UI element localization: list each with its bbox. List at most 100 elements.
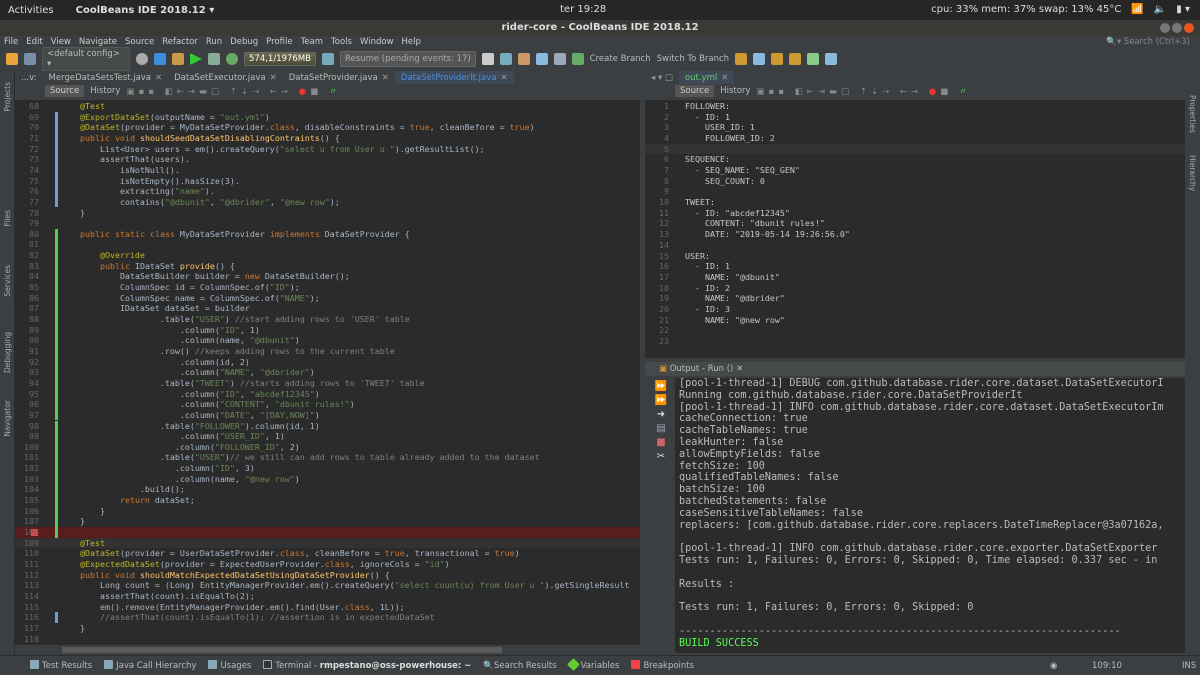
line-number[interactable]: 104 <box>15 484 39 495</box>
code-line[interactable]: 114 assertThat(count).isEqualTo(2); <box>15 591 640 602</box>
code-line[interactable]: 118 <box>15 634 640 645</box>
line-number[interactable]: 83 <box>15 261 39 272</box>
line-number[interactable]: 78 <box>15 208 39 219</box>
line-number[interactable]: 17 <box>645 272 669 283</box>
sidebar-projects[interactable]: Projects <box>3 82 12 112</box>
close-tab-icon[interactable]: ✕ <box>382 73 389 83</box>
menu-file[interactable]: File <box>4 36 18 48</box>
clear-icon[interactable]: ✂ <box>653 450 669 464</box>
rerun-with-args-icon[interactable]: ⏩ <box>653 394 669 408</box>
code-line[interactable]: 23 <box>645 336 1185 347</box>
line-number[interactable]: 97 <box>15 410 39 421</box>
history-tab[interactable]: History <box>90 86 120 96</box>
code-line[interactable]: 70 @DataSet(provider = MyDataSetProvider… <box>15 122 640 133</box>
code-line[interactable]: 8 SEQ_COUNT: 0 <box>645 176 1185 187</box>
line-number[interactable]: 5 <box>645 144 669 155</box>
right-code-editor[interactable]: 1 FOLLOWER: 2 - ID: 13 USER_ID: 14 FOLLOWE… <box>645 100 1185 358</box>
tab-out-yml[interactable]: out.yml ✕ <box>678 71 735 84</box>
line-number[interactable]: 86 <box>15 293 39 304</box>
close-tab-icon[interactable]: ✕ <box>721 73 728 83</box>
code-line[interactable]: 1 FOLLOWER: <box>645 101 1185 112</box>
line-number[interactable]: 94 <box>15 378 39 389</box>
line-number[interactable]: 112 <box>15 570 39 581</box>
fetch-icon[interactable] <box>735 53 748 65</box>
line-number[interactable]: 89 <box>15 325 39 336</box>
code-line[interactable]: 15 USER: <box>645 251 1185 262</box>
line-number[interactable]: 9 <box>645 186 669 197</box>
line-number[interactable]: 90 <box>15 335 39 346</box>
source-tab[interactable]: Source <box>675 85 715 97</box>
line-number[interactable]: 106 <box>15 506 39 517</box>
tab-dataset-provider[interactable]: DataSetProvider.java ✕ <box>283 71 395 84</box>
code-line[interactable]: 69 @ExportDataSet(outputName = "out.yml"… <box>15 111 640 123</box>
code-line[interactable]: 87 IDataSet dataSet = builder <box>15 303 640 314</box>
code-line[interactable]: 115 em().remove(EntityManagerProvider.em… <box>15 602 640 613</box>
code-line[interactable]: 80 public static class MyDataSetProvider… <box>15 228 640 240</box>
pull-icon[interactable] <box>753 53 766 65</box>
editor-tool-icons[interactable]: ▣▪▪ ◧⇤⇥▬□ ⇡⇣⇢ ←→ ●■ 〃 <box>756 85 971 97</box>
line-number[interactable]: 91 <box>15 346 39 357</box>
line-number[interactable]: 4 <box>645 133 669 144</box>
line-number[interactable]: 100 <box>15 442 39 453</box>
code-line[interactable]: 106 } <box>15 505 640 517</box>
code-line[interactable]: 108 <box>15 527 640 538</box>
tab-search-results[interactable]: 🔍Search Results <box>483 661 556 671</box>
code-line[interactable]: 72 List<User> users = em().createQuery("… <box>15 143 640 155</box>
line-number[interactable]: 115 <box>15 602 39 613</box>
code-line[interactable]: 17 NAME: "@dbunit" <box>645 272 1185 283</box>
volume-icon[interactable]: 🔈 <box>1154 4 1166 15</box>
line-number[interactable]: 72 <box>15 144 39 155</box>
line-number[interactable]: 19 <box>645 293 669 304</box>
history-tab[interactable]: History <box>720 86 750 96</box>
code-line[interactable]: 18 - ID: 2 <box>645 283 1185 294</box>
line-number[interactable]: 107 <box>15 516 39 527</box>
rerun-icon[interactable]: ⏩ <box>653 380 669 394</box>
code-line[interactable]: 7 - SEQ_NAME: "SEQ_GEN" <box>645 165 1185 176</box>
line-number[interactable]: 6 <box>645 154 669 165</box>
stop-icon[interactable]: ■ <box>653 436 669 450</box>
line-number[interactable]: 85 <box>15 282 39 293</box>
create-branch-button[interactable]: Create Branch <box>590 54 651 64</box>
line-number[interactable]: 117 <box>15 623 39 634</box>
line-number[interactable]: 21 <box>645 315 669 326</box>
step-icon[interactable]: ➜ <box>653 408 669 422</box>
line-number[interactable]: 11 <box>645 208 669 219</box>
settings-icon[interactable]: ▤ <box>653 422 669 436</box>
tab-usages[interactable]: Usages <box>208 660 251 671</box>
line-number[interactable]: 82 <box>15 250 39 261</box>
menu-profile[interactable]: Profile <box>266 36 292 48</box>
code-line[interactable]: 89 .column("ID", 1) <box>15 324 640 336</box>
code-line[interactable]: 112 public void shouldMatchExpectedDataS… <box>15 570 640 581</box>
code-line[interactable]: 79 <box>15 218 640 229</box>
line-number[interactable]: 73 <box>15 154 39 165</box>
switch-branch-button[interactable]: Switch To Branch <box>657 54 729 64</box>
code-line[interactable]: 88 .table("USER") //start adding rows to… <box>15 314 640 325</box>
line-number[interactable]: 1 <box>645 101 669 112</box>
sidebar-hierarchy[interactable]: Hierarchy <box>1188 155 1197 191</box>
code-line[interactable]: 75 isNotEmpty().hasSize(3). <box>15 175 640 187</box>
sidebar-services[interactable]: Services <box>3 265 12 297</box>
minimize-button[interactable] <box>1160 23 1170 33</box>
activities-button[interactable]: Activities <box>8 5 54 16</box>
remote-icon[interactable] <box>825 53 838 65</box>
code-line[interactable]: 111 @ExpectedDataSet(provider = Expected… <box>15 559 640 570</box>
repo-icon[interactable] <box>499 53 512 65</box>
code-line[interactable]: 20 - ID: 3 <box>645 304 1185 315</box>
clock[interactable]: ter 19:28 <box>560 4 606 15</box>
code-line[interactable]: 109 @Test <box>15 537 640 549</box>
diff-icon[interactable] <box>571 53 584 65</box>
close-tab-icon[interactable]: ✕ <box>736 364 743 374</box>
line-number[interactable]: 93 <box>15 367 39 378</box>
output-console[interactable]: [pool-1-thread-1] DEBUG com.github.datab… <box>675 378 1185 653</box>
file-icon[interactable] <box>481 53 494 65</box>
code-line[interactable]: 101 .table("USER")// we still can add ro… <box>15 452 640 464</box>
line-number[interactable]: 76 <box>15 186 39 197</box>
tab-merge-datasets-test[interactable]: MergeDataSetsTest.java ✕ <box>43 71 169 84</box>
menu-window[interactable]: Window <box>360 36 394 48</box>
line-number[interactable]: 3 <box>645 122 669 133</box>
line-number[interactable]: 16 <box>645 261 669 272</box>
code-line[interactable]: 11 - ID: "abcdef12345" <box>645 208 1185 219</box>
line-number[interactable]: 79 <box>15 218 39 229</box>
tab-truncated[interactable]: ...v: <box>15 71 43 84</box>
line-number[interactable]: 74 <box>15 165 39 176</box>
